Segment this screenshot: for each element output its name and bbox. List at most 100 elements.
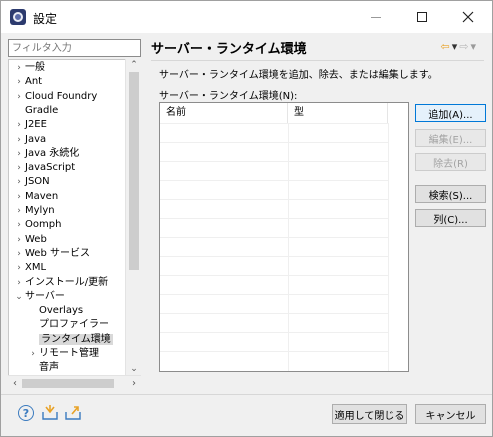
tree-item[interactable]: › JavaScript — [13, 161, 75, 175]
page-navigation: ⇦ ▾ ⇨ ▾ — [441, 40, 477, 53]
tree-item[interactable]: › Oomph — [13, 218, 61, 232]
tree-item-label: Ant — [25, 76, 43, 88]
table-row-line — [160, 161, 388, 162]
tree-item[interactable]: › Web — [13, 233, 47, 247]
chevron-right-icon[interactable]: › — [13, 204, 25, 218]
page-title: サーバー・ランタイム環境 — [151, 41, 307, 57]
back-dropdown-icon[interactable]: ▾ — [452, 40, 458, 53]
chevron-down-icon[interactable]: ⌄ — [13, 290, 25, 304]
tree-item-label: サーバー — [25, 290, 65, 302]
help-icon[interactable]: ? — [18, 405, 34, 421]
close-button[interactable] — [445, 1, 491, 33]
scroll-left-icon[interactable]: ‹ — [8, 376, 22, 391]
forward-dropdown-icon[interactable]: ▾ — [470, 40, 476, 53]
tree-item-label: 一般 — [25, 62, 45, 73]
chevron-right-icon[interactable]: › — [13, 61, 25, 75]
minimize-button[interactable] — [353, 1, 399, 33]
tree-item[interactable]: › リモート管理 — [27, 347, 99, 361]
tree-item-label: XML — [25, 262, 47, 274]
table-row-line — [160, 218, 388, 219]
import-icon[interactable] — [41, 404, 59, 421]
table-row-line — [160, 237, 388, 238]
tree-item-label: Java — [25, 133, 47, 145]
tree-item[interactable]: › インストール/更新 — [13, 276, 108, 290]
chevron-right-icon[interactable]: › — [13, 190, 25, 204]
export-icon[interactable] — [64, 404, 82, 421]
tree-item[interactable]: › Ant — [13, 75, 42, 89]
remove-button[interactable]: 除去(R) — [415, 153, 486, 171]
tree-item[interactable]: プロファイラー — [27, 318, 109, 332]
forward-arrow-icon[interactable]: ⇨ — [459, 40, 468, 53]
chevron-right-icon[interactable]: › — [13, 118, 25, 132]
tree-item-label: Gradle — [25, 104, 59, 116]
tree-item-label: インストール/更新 — [25, 276, 109, 288]
chevron-right-icon[interactable]: › — [27, 347, 39, 361]
filter-input[interactable] — [8, 39, 141, 57]
scroll-up-icon[interactable]: ⌃ — [126, 59, 142, 71]
tree-item-label: JavaScript — [25, 162, 76, 174]
back-arrow-icon[interactable]: ⇦ — [441, 40, 450, 53]
chevron-right-icon[interactable]: › — [13, 261, 25, 275]
table-row-line — [160, 180, 388, 181]
chevron-right-icon[interactable]: › — [13, 276, 25, 290]
table-row-line — [160, 275, 388, 276]
page-description: サーバー・ランタイム環境を追加、除去、または編集します。 — [159, 70, 438, 81]
tree-item-label: Overlays — [39, 305, 84, 317]
tree-item[interactable]: › Java 永続化 — [13, 147, 79, 161]
tree-item[interactable]: ランタイム環境 — [27, 333, 113, 347]
runtime-table[interactable]: 名前 型 — [159, 102, 409, 372]
table-row-line — [160, 142, 388, 143]
table-row-line — [160, 199, 388, 200]
chevron-right-icon[interactable]: › — [13, 90, 25, 104]
chevron-right-icon[interactable]: › — [13, 75, 25, 89]
search-button[interactable]: 検索(S)... — [415, 185, 486, 203]
tree-item-label: Mylyn — [25, 205, 55, 216]
edit-button[interactable]: 編集(E)... — [415, 129, 486, 147]
add-button[interactable]: 追加(A)... — [415, 104, 486, 122]
tree-item[interactable]: › Cloud Foundry — [13, 90, 97, 104]
tree-item-label: Java 永続化 — [25, 147, 80, 159]
chevron-right-icon[interactable]: › — [13, 147, 25, 161]
table-row-line — [160, 256, 388, 257]
table-row-line — [160, 294, 388, 295]
table-column-divider — [288, 123, 289, 371]
column-header-name[interactable]: 名前 — [160, 103, 288, 123]
tree-item[interactable]: ⌄ サーバー — [13, 290, 65, 304]
tree-item[interactable]: 音声 — [27, 361, 59, 375]
table-row-line — [160, 123, 388, 124]
scroll-down-icon[interactable]: ⌄ — [126, 363, 142, 375]
chevron-right-icon[interactable]: › — [13, 161, 25, 175]
tree-item[interactable]: › Maven — [13, 190, 58, 204]
scroll-right-icon[interactable]: › — [127, 376, 141, 391]
tree-item[interactable]: › 一般 — [13, 61, 45, 75]
table-row-line — [160, 313, 388, 314]
scroll-thumb[interactable] — [129, 72, 139, 270]
chevron-right-icon[interactable]: › — [13, 133, 25, 147]
preferences-dialog: 設定 ›一般›Ant›Cloud FoundryGradle›J2EE›Java… — [0, 0, 493, 437]
chevron-right-icon[interactable]: › — [13, 175, 25, 189]
preference-tree: › 一般 › Ant › Cloud Foundry Gradle › J2EE › Java › Ja… — [8, 59, 141, 390]
tree-item[interactable]: › JSON — [13, 175, 49, 189]
chevron-right-icon[interactable]: › — [13, 247, 25, 261]
chevron-right-icon[interactable]: › — [13, 218, 25, 232]
tree-item[interactable]: › Web サービス — [13, 247, 90, 261]
table-row-line — [160, 351, 388, 352]
cancel-button[interactable]: キャンセル — [415, 404, 486, 424]
page-header: サーバー・ランタイム環境 ⇦ ▾ ⇨ ▾ — [151, 35, 484, 59]
tree-item[interactable]: › J2EE — [13, 118, 47, 132]
apply-and-close-button[interactable]: 適用して閉じる — [332, 404, 407, 424]
tree-item[interactable]: Overlays — [27, 304, 83, 318]
tree-item[interactable]: Gradle — [13, 104, 58, 118]
scroll-thumb-horizontal[interactable] — [22, 379, 114, 388]
tree-item[interactable]: › Java — [13, 133, 46, 147]
header-divider — [151, 60, 484, 61]
column-header-type[interactable]: 型 — [288, 103, 388, 123]
tree-item[interactable]: › Mylyn — [13, 204, 55, 218]
columns-button[interactable]: 列(C)... — [415, 209, 486, 227]
tree-item[interactable]: › XML — [13, 261, 46, 275]
tree-vertical-scrollbar[interactable]: ⌃ ⌄ — [125, 59, 141, 375]
tree-horizontal-scrollbar[interactable]: ‹ › — [8, 375, 141, 390]
tree-item-label: Web サービス — [25, 247, 90, 259]
maximize-button[interactable] — [399, 1, 445, 33]
chevron-right-icon[interactable]: › — [13, 233, 25, 247]
